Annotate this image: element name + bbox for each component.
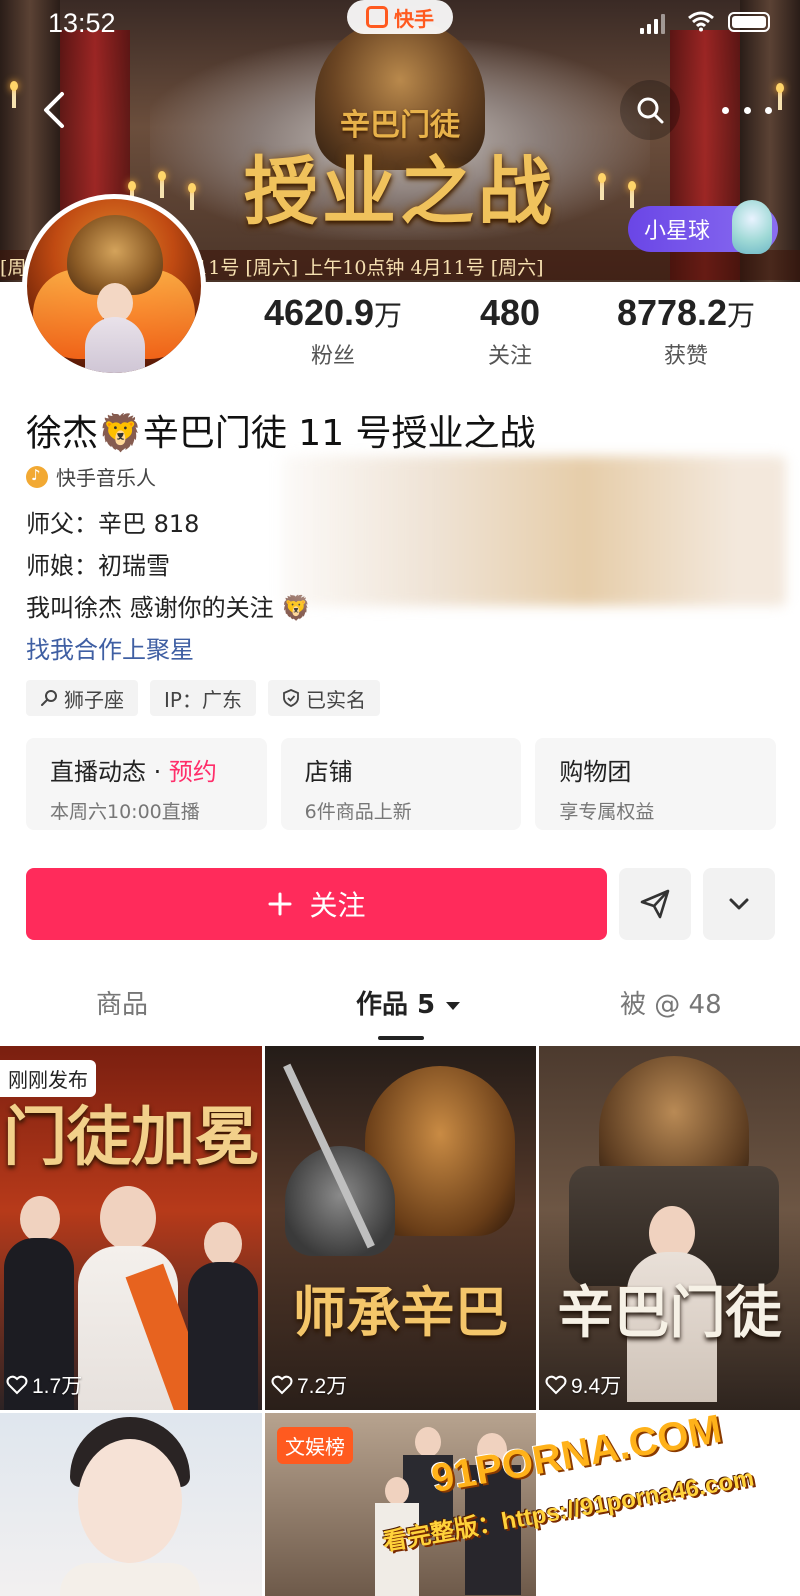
- wifi-icon: [688, 11, 714, 32]
- back-arrow-icon[interactable]: [34, 88, 74, 132]
- shield-check-icon: [283, 689, 299, 707]
- tile-likes: 7.2万: [271, 1370, 347, 1400]
- stat-value: 4620.9: [263, 292, 375, 333]
- card-title: 直播动态: [50, 758, 146, 786]
- video-tile[interactable]: 辛巴门徒 9.4万: [539, 1046, 800, 1410]
- kuaishou-badge[interactable]: 快手: [347, 0, 453, 34]
- dropdown-triangle-icon: [446, 1002, 461, 1010]
- send-message-button[interactable]: [619, 868, 691, 940]
- card-subtitle: 6件商品上新: [304, 801, 412, 823]
- bio-line: 我叫徐杰 感谢你的关注: [26, 594, 274, 622]
- profile-tags: 狮子座 IP：广东 已实名: [26, 680, 380, 716]
- follow-button[interactable]: 关注: [26, 868, 607, 940]
- card-title: 店铺: [304, 758, 353, 786]
- content-tabs: 商品 作品 5 被 @ 48: [0, 984, 800, 1042]
- stat-followers[interactable]: 4620.9万 粉丝: [248, 292, 418, 370]
- status-time: 13:52: [48, 8, 116, 38]
- more-options-icon[interactable]: [722, 95, 772, 125]
- kuaishou-logo-icon: [366, 6, 388, 28]
- tab-mentions[interactable]: 被 @ 48: [620, 984, 722, 1021]
- tab-label: 作品 5: [356, 990, 436, 1020]
- profile-name: 徐杰🦁辛巴门徒 11 号授业之战: [26, 404, 536, 456]
- tag-zodiac[interactable]: 狮子座: [26, 680, 138, 716]
- tile-caption: 门徒加冕: [3, 1100, 259, 1175]
- name-suffix: 辛巴门徒 11 号授业之战: [142, 413, 536, 454]
- stat-label: 获赞: [663, 344, 708, 369]
- tab-products[interactable]: 商品: [96, 984, 148, 1021]
- name-prefix: 徐杰: [26, 413, 99, 454]
- avatar[interactable]: [22, 194, 206, 378]
- heart-icon: [271, 1375, 293, 1395]
- mini-planet-button[interactable]: 小星球: [628, 200, 778, 254]
- feature-cards: 直播动态 · 预约 本周六10:00直播 店铺 6件商品上新 购物团 享专属权益: [26, 738, 777, 830]
- lion-emoji-icon: 🦁: [98, 413, 143, 454]
- video-tile[interactable]: [0, 1413, 262, 1596]
- video-tile[interactable]: 师承辛巴 7.2万: [265, 1046, 536, 1410]
- card-title: 购物团: [559, 758, 632, 786]
- music-note-icon: [26, 465, 48, 488]
- card-live-schedule[interactable]: 直播动态 · 预约 本周六10:00直播: [26, 738, 267, 830]
- stat-following[interactable]: 480 关注: [452, 292, 568, 370]
- heart-icon: [545, 1375, 567, 1395]
- mascot-icon: [732, 200, 772, 254]
- mini-planet-label: 小星球: [644, 219, 711, 244]
- plus-icon: [268, 892, 292, 916]
- cooperation-link[interactable]: 找我合作上聚星: [26, 630, 194, 665]
- musician-badge-label: 快手音乐人: [56, 466, 156, 490]
- likes-count: 9.4万: [571, 1375, 622, 1398]
- tag-label: 狮子座: [64, 687, 124, 712]
- tile-tag-entertainment-rank: 文娱榜: [277, 1427, 353, 1464]
- stat-label: 关注: [487, 344, 532, 369]
- signal-icon: [640, 14, 665, 34]
- likes-count: 7.2万: [297, 1375, 348, 1398]
- tile-likes: 9.4万: [545, 1370, 621, 1400]
- active-tab-indicator: [378, 1036, 424, 1040]
- video-tile[interactable]: 门徒加冕 刚刚发布 1.7万: [0, 1046, 262, 1410]
- heart-icon: [6, 1375, 28, 1395]
- musician-badge[interactable]: 快手音乐人: [26, 462, 156, 491]
- tab-works[interactable]: 作品 5: [356, 984, 462, 1021]
- stat-unit: 万: [374, 300, 403, 331]
- chevron-down-icon: [729, 898, 749, 910]
- card-subtitle: 享专属权益: [559, 801, 655, 823]
- battery-icon: [728, 12, 770, 32]
- tile-likes: 1.7万: [6, 1370, 82, 1400]
- stat-value: 480: [479, 292, 541, 333]
- send-icon: [640, 889, 670, 919]
- card-highlight: 预约: [168, 758, 217, 786]
- app-badge-label: 快手: [394, 6, 434, 31]
- bio-line: 师娘：初瑞雪: [26, 552, 170, 580]
- blurred-region: [282, 456, 786, 606]
- stat-likes[interactable]: 8778.2万 获赞: [600, 292, 772, 370]
- tag-label: IP：广东: [164, 687, 242, 712]
- likes-count: 1.7万: [32, 1375, 83, 1398]
- follow-label: 关注: [309, 889, 366, 922]
- search-button[interactable]: [620, 80, 680, 140]
- stat-unit: 万: [727, 300, 756, 331]
- stat-label: 粉丝: [310, 344, 355, 369]
- bio-line-with-emoji: 我叫徐杰 感谢你的关注 🦁: [26, 588, 311, 623]
- tile-caption: 师承辛巴: [292, 1280, 509, 1344]
- bio-line: 师父：辛巴 818: [26, 510, 200, 538]
- search-icon: [41, 690, 57, 706]
- expand-button[interactable]: [703, 868, 775, 940]
- card-subtitle: 本周六10:00直播: [50, 801, 200, 823]
- tag-label: 已实名: [305, 687, 366, 712]
- tile-caption: 辛巴门徒: [557, 1280, 782, 1346]
- tile-tag-just-published: 刚刚发布: [0, 1060, 96, 1097]
- stat-value: 8778.2: [616, 292, 728, 333]
- tag-verified[interactable]: 已实名: [267, 680, 380, 716]
- card-shopping-group[interactable]: 购物团 享专属权益: [535, 738, 777, 830]
- search-icon: [637, 97, 664, 124]
- tag-ip-location[interactable]: IP：广东: [150, 680, 256, 716]
- card-shop[interactable]: 店铺 6件商品上新: [280, 738, 522, 830]
